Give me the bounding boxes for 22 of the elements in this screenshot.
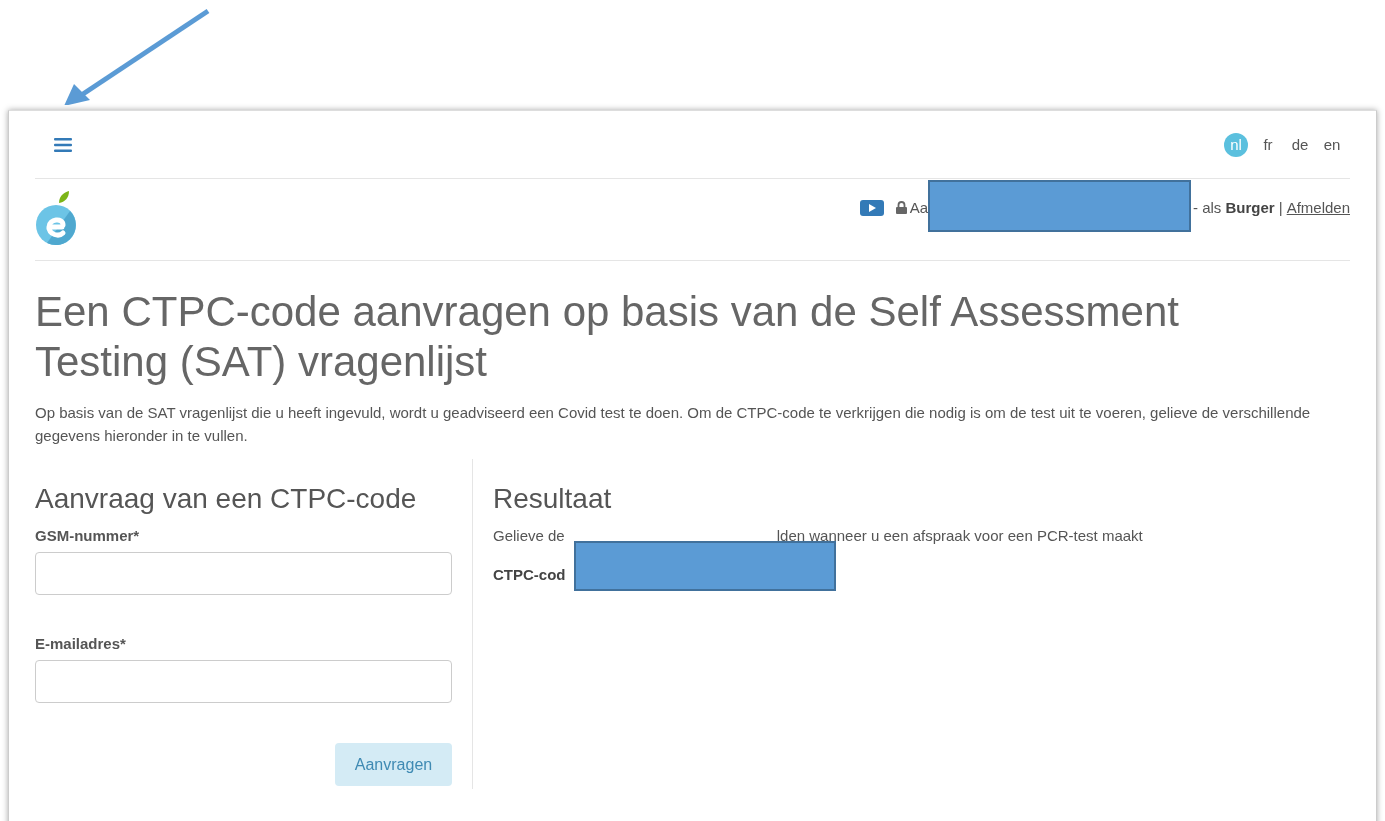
user-name-text: Aa [909, 199, 928, 216]
language-link[interactable]: fr [1256, 132, 1280, 157]
role-text: - als Burger [1193, 199, 1275, 216]
form-title: Aanvraag van een CTPC-code [35, 483, 418, 515]
result-title: Resultaat [493, 483, 613, 515]
separator-text: | [1278, 199, 1283, 216]
code-label: CTPC-cod [493, 566, 566, 583]
lock-icon [895, 201, 907, 214]
logout-link[interactable]: Afmelden [1286, 199, 1350, 216]
result-message-text: Gelieve de [493, 527, 565, 544]
menu-icon[interactable] [54, 137, 72, 152]
video-icon[interactable] [859, 199, 884, 216]
field-label: E-mailadres* [35, 635, 127, 652]
field-label: GSM-nummer* [35, 527, 141, 544]
intro-text: Op basis van de SAT vragenlijst die u heeft ingevuld, wordt u geadviseerd een Covid test te doen. Om de CTPC-code te verkrijgen die nodig is om de test uit te voeren, gelieve de verschillende gegevens hieronder in te vullen. [35, 403, 1312, 446]
result-message-text: lden wanneer u een afspraak voor een PCR-test maakt [776, 527, 1143, 544]
logo-icon [35, 191, 79, 247]
language-link[interactable]: en [1320, 132, 1344, 157]
input-field[interactable] [35, 552, 452, 595]
language-link[interactable]: de [1288, 132, 1312, 157]
input-field[interactable] [35, 660, 452, 703]
page-title: Een CTPC-code aanvragen op basis van de Self Assessment Testing (SAT) vragenlijst [35, 287, 1180, 387]
